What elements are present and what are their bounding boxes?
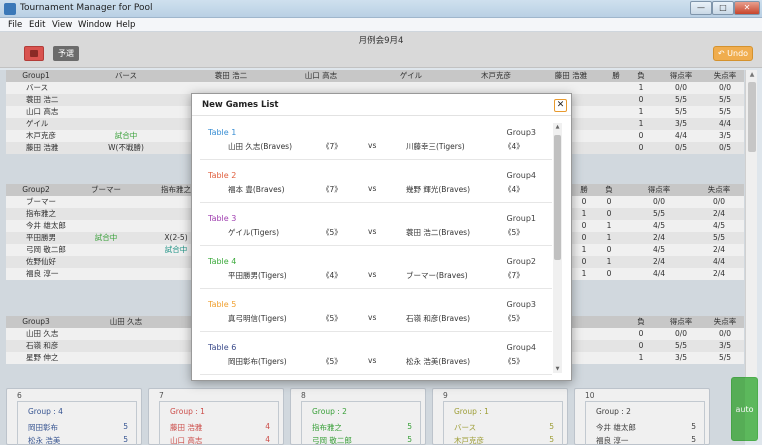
- stop-icon: [30, 50, 38, 57]
- menu-help[interactable]: Help: [116, 20, 135, 30]
- game-player-2: ブーマー(Braves): [406, 271, 468, 280]
- game-handicap-1: 《5》: [322, 314, 342, 323]
- game-player-1: ゲイル(Tigers): [228, 228, 280, 237]
- game-handicap-1: 《4》: [322, 271, 342, 280]
- game-table-label: Table 2: [208, 171, 237, 180]
- stage-button[interactable]: 予選: [53, 46, 79, 61]
- game-table-label: Table 3: [208, 214, 237, 223]
- game-player-1: 平田勝男(Tigers): [228, 271, 287, 280]
- game-list-item[interactable]: Table 5 Group3 真弓明信(Tigers) 《5》 vs 石嶺 和彦(Brav…: [200, 289, 552, 332]
- dialog-scrollbar[interactable]: ▲ ▼: [553, 123, 562, 373]
- stop-button[interactable]: [24, 46, 44, 61]
- game-list-item[interactable]: Table 4 Group2 平田勝男(Tigers) 《4》 vs ブーマー(Brave…: [200, 246, 552, 289]
- game-player-2: 石嶺 和彦(Braves): [406, 314, 471, 323]
- game-handicap-2: 《4》: [504, 185, 524, 194]
- scroll-up-icon[interactable]: ▲: [748, 71, 756, 79]
- game-group-label: Group4: [506, 343, 536, 352]
- main-scroll-thumb[interactable]: [748, 82, 756, 152]
- menu-view[interactable]: View: [52, 20, 72, 30]
- menu-edit[interactable]: Edit: [29, 20, 45, 30]
- game-player-2: 松永 浩美(Braves): [406, 357, 471, 366]
- game-table-label: Table 1: [208, 128, 237, 137]
- dialog-header: New Games List ✕: [192, 94, 571, 116]
- game-handicap-1: 《5》: [322, 357, 342, 366]
- game-list-item[interactable]: Table 2 Group4 福本 豊(Braves) 《7》 vs 幾野 輝光(Brav…: [200, 160, 552, 203]
- game-player-1: 福本 豊(Braves): [228, 185, 285, 194]
- game-player-2: 幾野 輝光(Braves): [406, 185, 471, 194]
- toolbar: 月例会9月4 予選 ↶ Undo: [0, 32, 762, 68]
- undo-label: Undo: [727, 49, 749, 58]
- game-handicap-1: 《7》: [322, 185, 342, 194]
- game-table-label: Table 4: [208, 257, 237, 266]
- window-title: Tournament Manager for Pool: [20, 3, 153, 13]
- game-group-label: Group2: [506, 257, 536, 266]
- game-handicap-2: 《5》: [504, 228, 524, 237]
- game-group-label: Group3: [506, 128, 536, 137]
- game-table-label: Table 6: [208, 343, 237, 352]
- game-handicap-2: 《5》: [504, 357, 524, 366]
- game-handicap-1: 《5》: [322, 228, 342, 237]
- game-table-label: Table 5: [208, 300, 237, 309]
- dialog-scroll-thumb[interactable]: [554, 135, 561, 260]
- menu-bar: File Edit View Window Help: [0, 18, 762, 32]
- maximize-button[interactable]: □: [712, 1, 734, 15]
- title-bar: Tournament Manager for Pool — □ ✕: [0, 0, 762, 18]
- app-icon: [4, 3, 16, 15]
- game-player-1: 山田 久志(Braves): [228, 142, 293, 151]
- games-list: Table 6 Group4 岡田彰布(Tigers) 《5》 vs 松永 浩美(Brav…: [192, 117, 571, 380]
- game-vs: vs: [368, 184, 377, 193]
- game-vs: vs: [368, 356, 377, 365]
- game-player-1: 岡田彰布(Tigers): [228, 357, 287, 366]
- game-vs: vs: [368, 270, 377, 279]
- game-group-label: Group3: [506, 300, 536, 309]
- game-handicap-1: 《7》: [322, 142, 342, 151]
- game-player-2: 川藤幸三(Tigers): [406, 142, 465, 151]
- close-window-button[interactable]: ✕: [734, 1, 760, 15]
- dialog-scroll-up-icon[interactable]: ▲: [553, 123, 562, 131]
- game-group-label: Group1: [506, 214, 536, 223]
- menu-window[interactable]: Window: [78, 20, 112, 30]
- game-vs: vs: [368, 227, 377, 236]
- game-handicap-2: 《7》: [504, 271, 524, 280]
- game-handicap-2: 《5》: [504, 314, 524, 323]
- game-list-item[interactable]: Table 6 Group4 岡田彰布(Tigers) 《5》 vs 松永 浩美(Brav…: [200, 332, 552, 375]
- game-list-item[interactable]: Table 1 Group3 山田 久志(Braves) 《7》 vs 川藤幸三(Tige…: [200, 117, 552, 160]
- game-player-1: 真弓明信(Tigers): [228, 314, 287, 323]
- game-list-item[interactable]: Table 3 Group1 ゲイル(Tigers) 《5》 vs 蓑田 浩二(Brave…: [200, 203, 552, 246]
- game-handicap-2: 《4》: [504, 142, 524, 151]
- new-games-dialog: New Games List ✕ Table 6 Group4 岡田彰布(Tiger…: [191, 93, 572, 381]
- menu-file[interactable]: File: [8, 20, 22, 30]
- game-group-label: Group4: [506, 171, 536, 180]
- game-vs: vs: [368, 141, 377, 150]
- game-vs: vs: [368, 313, 377, 322]
- event-title: 月例会9月4: [358, 36, 404, 46]
- minimize-button[interactable]: —: [690, 1, 712, 15]
- dialog-title: New Games List: [202, 100, 279, 110]
- dialog-scroll-down-icon[interactable]: ▼: [553, 365, 562, 373]
- game-player-2: 蓑田 浩二(Braves): [406, 228, 471, 237]
- undo-button[interactable]: ↶ Undo: [713, 46, 753, 61]
- dialog-close-button[interactable]: ✕: [554, 99, 567, 112]
